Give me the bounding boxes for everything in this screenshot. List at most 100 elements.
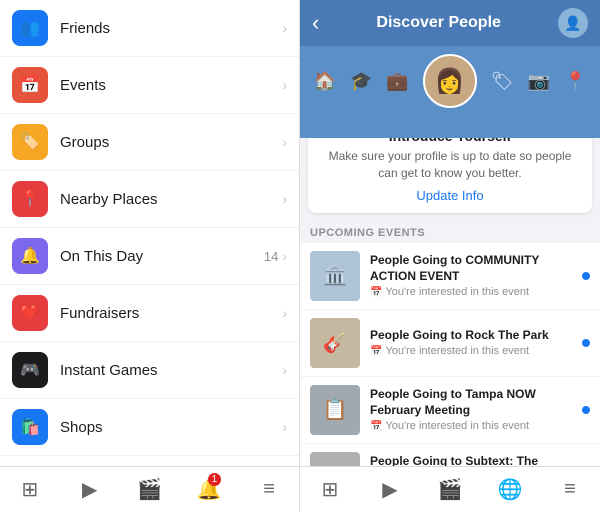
event-info-event1: People Going to COMMUNITY ACTION EVENT 📅… bbox=[370, 253, 576, 298]
chevron-icon-on-this-day: › bbox=[282, 248, 287, 264]
right-nav-icon-play: ▶ bbox=[382, 477, 397, 502]
event-title-event1: People Going to COMMUNITY ACTION EVENT bbox=[370, 253, 576, 284]
right-nav-icon-menu: ≡ bbox=[564, 478, 576, 501]
event-dot-event3 bbox=[582, 406, 590, 414]
menu-item-on-this-day[interactable]: 🔔 On This Day 14 › bbox=[0, 228, 299, 285]
event-sub-event3: 📅 You're interested in this event bbox=[370, 420, 576, 432]
header-avatar[interactable]: 👤 bbox=[558, 8, 588, 38]
menu-badge-on-this-day: 14 bbox=[264, 249, 278, 264]
tag-icon[interactable]: 🏷 bbox=[491, 71, 514, 92]
menu-icon-groups: 🏷️ bbox=[12, 124, 48, 160]
menu-item-groups[interactable]: 🏷️ Groups › bbox=[0, 114, 299, 171]
menu-label-nearby-places: Nearby Places bbox=[60, 191, 282, 208]
menu-item-moves[interactable]: 🏃 Moves › bbox=[0, 456, 299, 466]
photo-icon[interactable]: 📷 bbox=[528, 71, 550, 92]
update-info-button[interactable]: Update Info bbox=[320, 188, 580, 203]
menu-label-shops: Shops bbox=[60, 419, 282, 436]
menu-item-events[interactable]: 📅 Events › bbox=[0, 57, 299, 114]
chevron-icon-events: › bbox=[282, 77, 287, 93]
menu-item-fundraisers[interactable]: ❤️ Fundraisers › bbox=[0, 285, 299, 342]
event-thumbnail-event1: 🏛️ bbox=[310, 251, 360, 301]
right-nav-menu[interactable]: ≡ bbox=[540, 473, 600, 506]
menu-item-instant-games[interactable]: 🎮 Instant Games › bbox=[0, 342, 299, 399]
event-thumbnail-event2: 🎸 bbox=[310, 318, 360, 368]
chevron-icon-nearby-places: › bbox=[282, 191, 287, 207]
chevron-icon-fundraisers: › bbox=[282, 305, 287, 321]
left-panel: 👥 Friends › 📅 Events › 🏷️ Groups › 📍 Nea… bbox=[0, 0, 300, 512]
menu-label-groups: Groups bbox=[60, 134, 282, 151]
event-thumbnail-event3: 📋 bbox=[310, 385, 360, 435]
bottom-nav-bar: ⊞ ▶ 🎬 🔔1 ≡ bbox=[0, 466, 299, 512]
location-icon[interactable]: 📍 bbox=[564, 71, 586, 92]
menu-icon-on-this-day: 🔔 bbox=[12, 238, 48, 274]
briefcase-icon[interactable]: 💼 bbox=[386, 71, 408, 92]
calendar-icon-event1: 📅 bbox=[370, 287, 382, 298]
chevron-icon-instant-games: › bbox=[282, 362, 287, 378]
nav-badge-notifications: 1 bbox=[208, 473, 222, 486]
right-nav-play[interactable]: ▶ bbox=[360, 473, 420, 506]
menu-icon-shops: 🛍️ bbox=[12, 409, 48, 445]
calendar-icon-event2: 📅 bbox=[370, 346, 382, 357]
event-item-event3[interactable]: 📋 People Going to Tampa NOW February Mee… bbox=[300, 377, 600, 443]
graduation-icon[interactable]: 🎓 bbox=[350, 71, 372, 92]
chevron-icon-groups: › bbox=[282, 134, 287, 150]
introduce-desc: Make sure your profile is up to date so … bbox=[320, 148, 580, 182]
menu-icon-nearby-places: 📍 bbox=[12, 181, 48, 217]
event-title-event3: People Going to Tampa NOW February Meeti… bbox=[370, 387, 576, 418]
menu-icon-instant-games: 🎮 bbox=[12, 352, 48, 388]
left-nav-home[interactable]: ⊞ bbox=[0, 473, 60, 506]
nav-icon-menu: ≡ bbox=[263, 478, 275, 501]
nav-icon-home: ⊞ bbox=[22, 477, 39, 502]
left-nav-video[interactable]: 🎬 bbox=[120, 473, 180, 506]
event-item-event4[interactable]: 🎨 People Going to Subtext: The Conceptua… bbox=[300, 444, 600, 466]
calendar-icon-event3: 📅 bbox=[370, 421, 382, 432]
menu-list: 👥 Friends › 📅 Events › 🏷️ Groups › 📍 Nea… bbox=[0, 0, 299, 466]
event-title-event2: People Going to Rock The Park bbox=[370, 328, 576, 344]
right-bottom-nav-bar: ⊞ ▶ 🎬 🌐 ≡ bbox=[300, 466, 600, 512]
home-profile-icon[interactable]: 🏠 bbox=[314, 71, 336, 92]
chevron-icon-friends: › bbox=[282, 20, 287, 36]
right-nav-icon-home: ⊞ bbox=[322, 477, 339, 502]
left-nav-menu[interactable]: ≡ bbox=[239, 473, 299, 506]
menu-item-friends[interactable]: 👥 Friends › bbox=[0, 0, 299, 57]
event-info-event3: People Going to Tampa NOW February Meeti… bbox=[370, 387, 576, 432]
profile-avatar-large[interactable]: 👩 bbox=[423, 54, 477, 108]
right-nav-icon-globe: 🌐 bbox=[498, 477, 523, 502]
right-panel-title: Discover People bbox=[319, 14, 558, 32]
event-title-event4: People Going to Subtext: The Conceptual … bbox=[370, 454, 576, 466]
menu-icon-events: 📅 bbox=[12, 67, 48, 103]
menu-icon-fundraisers: ❤️ bbox=[12, 295, 48, 331]
profile-icon-row: 🏠 🎓 💼 👩 🏷 📷 📍 bbox=[314, 54, 587, 108]
profile-banner: 🏠 🎓 💼 👩 🏷 📷 📍 bbox=[300, 46, 600, 138]
event-sub-event2: 📅 You're interested in this event bbox=[370, 345, 576, 357]
right-panel: ‹ Discover People 👤 🏠 🎓 💼 👩 🏷 📷 📍 Introd… bbox=[300, 0, 600, 512]
event-dot-event2 bbox=[582, 339, 590, 347]
menu-label-friends: Friends bbox=[60, 20, 282, 37]
event-info-event4: People Going to Subtext: The Conceptual … bbox=[370, 454, 576, 466]
menu-item-nearby-places[interactable]: 📍 Nearby Places › bbox=[0, 171, 299, 228]
chevron-icon-shops: › bbox=[282, 419, 287, 435]
nav-icon-play: ▶ bbox=[82, 477, 97, 502]
event-dot-event1 bbox=[582, 272, 590, 280]
menu-icon-friends: 👥 bbox=[12, 10, 48, 46]
menu-label-fundraisers: Fundraisers bbox=[60, 305, 282, 322]
event-thumbnail-event4: 🎨 bbox=[310, 452, 360, 466]
event-sub-event1: 📅 You're interested in this event bbox=[370, 286, 576, 298]
back-button[interactable]: ‹ bbox=[312, 10, 319, 36]
menu-label-instant-games: Instant Games bbox=[60, 362, 282, 379]
events-list: 🏛️ People Going to COMMUNITY ACTION EVEN… bbox=[300, 243, 600, 466]
menu-item-shops[interactable]: 🛍️ Shops › bbox=[0, 399, 299, 456]
event-item-event1[interactable]: 🏛️ People Going to COMMUNITY ACTION EVEN… bbox=[300, 243, 600, 309]
upcoming-events-label: UPCOMING EVENTS bbox=[300, 221, 600, 243]
right-nav-video[interactable]: 🎬 bbox=[420, 473, 480, 506]
right-nav-icon-video: 🎬 bbox=[438, 477, 463, 502]
right-nav-globe[interactable]: 🌐 bbox=[480, 473, 540, 506]
event-item-event2[interactable]: 🎸 People Going to Rock The Park 📅 You're… bbox=[300, 310, 600, 376]
nav-icon-video: 🎬 bbox=[137, 477, 162, 502]
right-nav-home[interactable]: ⊞ bbox=[300, 473, 360, 506]
event-info-event2: People Going to Rock The Park 📅 You're i… bbox=[370, 328, 576, 358]
left-nav-notifications[interactable]: 🔔1 bbox=[179, 473, 239, 506]
menu-label-events: Events bbox=[60, 77, 282, 94]
right-header: ‹ Discover People 👤 bbox=[300, 0, 600, 46]
left-nav-play[interactable]: ▶ bbox=[60, 473, 120, 506]
